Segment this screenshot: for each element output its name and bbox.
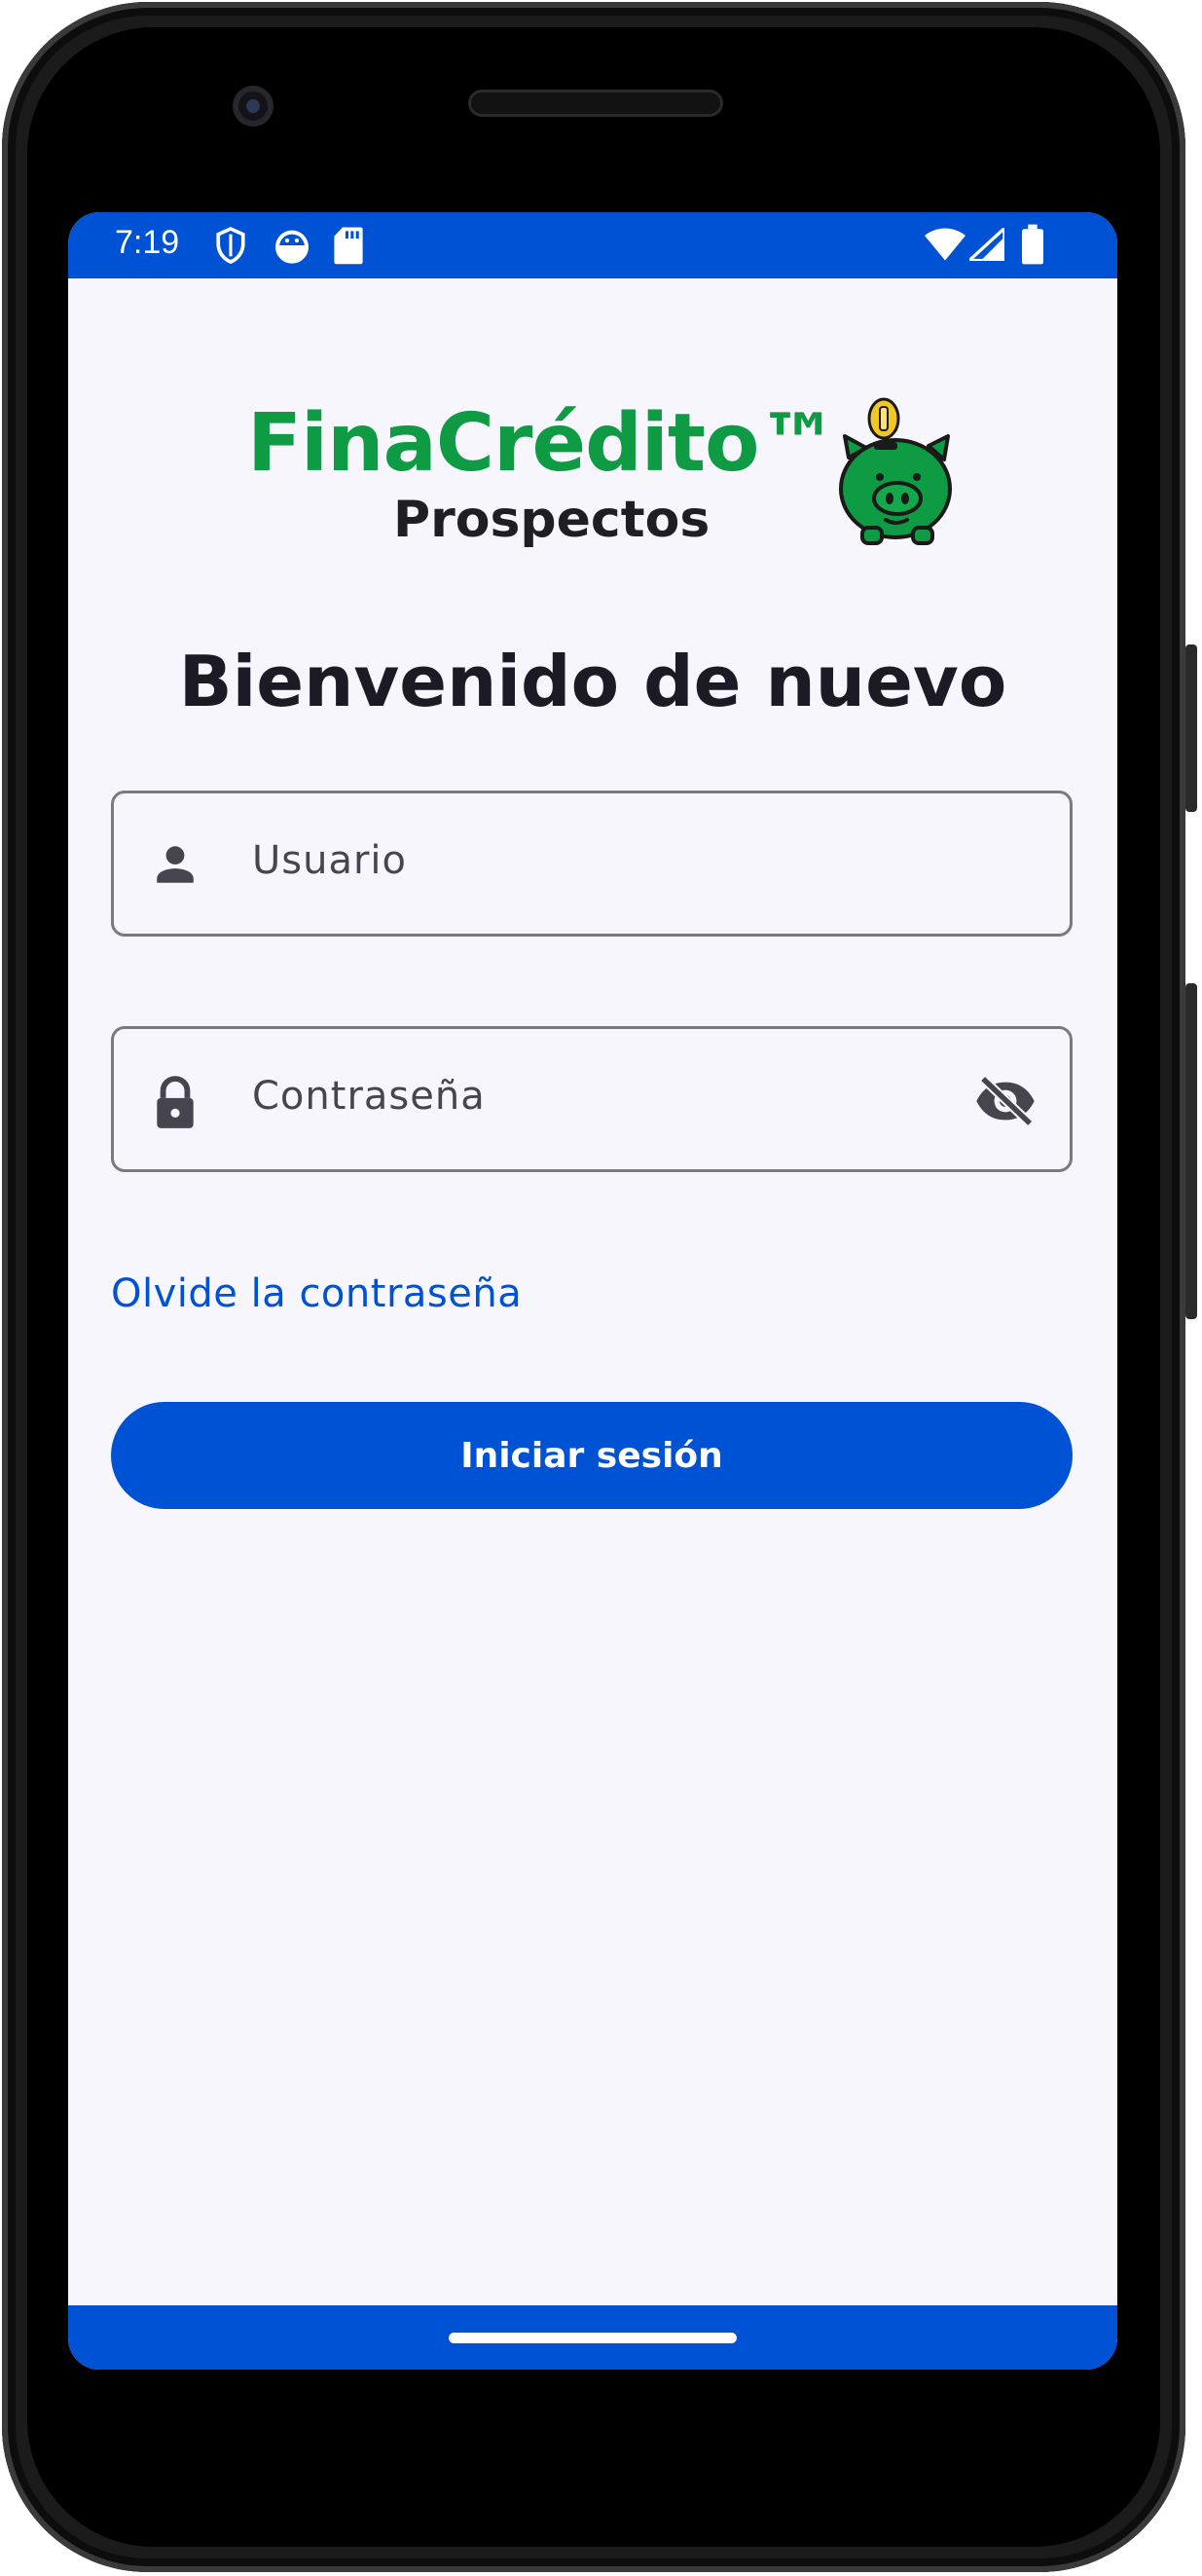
piggy-bank-icon: [835, 397, 958, 553]
android-debug-icon: [273, 226, 311, 269]
wifi-icon: [925, 228, 965, 265]
battery-icon: [1022, 224, 1043, 269]
logo-subtitle: Prospectos: [393, 491, 710, 549]
app-logo: FinaCrédito™ Prospectos: [247, 397, 952, 592]
visibility-off-icon[interactable]: [974, 1074, 1037, 1132]
logo-brand-text: FinaCrédito™: [247, 397, 838, 490]
login-button[interactable]: Iniciar sesión: [111, 1402, 1073, 1509]
front-camera: [233, 86, 273, 127]
shield-icon: [214, 226, 247, 269]
lock-icon: [151, 1076, 200, 1134]
status-time: 7:19: [115, 224, 180, 261]
forgot-password-link[interactable]: Olvide la contraseña: [111, 1271, 522, 1316]
signal-icon: [965, 224, 1006, 265]
power-button: [1185, 644, 1197, 812]
home-indicator[interactable]: [449, 2333, 737, 2343]
app-screen: 7:19 FinaCrédito™ Prospectos Bienvenido …: [68, 212, 1117, 2370]
username-field[interactable]: Usuario: [111, 791, 1073, 937]
welcome-title: Bienvenido de nuevo: [178, 641, 1007, 722]
username-placeholder: Usuario: [252, 838, 408, 883]
earpiece-speaker: [468, 90, 723, 117]
password-field[interactable]: Contraseña: [111, 1026, 1073, 1172]
login-button-label: Iniciar sesión: [460, 1435, 723, 1476]
sd-card-icon: [333, 226, 364, 269]
navigation-bar: [68, 2305, 1117, 2370]
volume-button: [1185, 983, 1197, 1319]
password-placeholder: Contraseña: [252, 1074, 486, 1119]
status-bar: 7:19: [68, 212, 1117, 278]
person-icon: [151, 840, 200, 893]
